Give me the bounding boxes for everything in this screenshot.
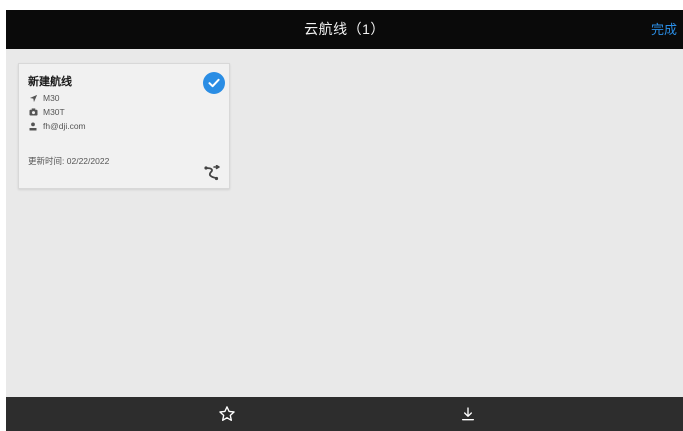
waypoint-route-icon[interactable] [203, 164, 221, 181]
updated-time: 更新时间: 02/22/2022 [28, 155, 109, 167]
top-bar: 云航线（1） 完成 [6, 10, 683, 49]
route-card[interactable]: 新建航线 M30 M30T fh@dji.com 更新时间: 02/22/202… [18, 63, 230, 189]
user-email: fh@dji.com [43, 121, 86, 131]
user-icon [28, 121, 38, 131]
route-name: 新建航线 [28, 76, 72, 88]
route-aircraft: M30 [28, 92, 60, 104]
page-title: 云航线（1） [304, 21, 385, 37]
camera-model: M30T [43, 107, 65, 117]
download-icon [462, 407, 474, 421]
drone-icon [28, 93, 38, 103]
done-button[interactable]: 完成 [651, 10, 677, 49]
aircraft-model: M30 [43, 93, 60, 103]
download-button[interactable] [448, 397, 488, 431]
camera-icon [28, 107, 38, 117]
updated-time-label: 更新时间: [28, 156, 65, 166]
bottom-toolbar [6, 397, 683, 431]
route-user: fh@dji.com [28, 120, 86, 132]
check-circle-icon[interactable] [203, 72, 225, 94]
star-outline-icon [219, 406, 235, 421]
updated-time-value: 02/22/2022 [66, 156, 110, 166]
route-list: 新建航线 M30 M30T fh@dji.com 更新时间: 02/22/202… [6, 49, 683, 397]
app-window: 云航线（1） 完成 新建航线 M30 M30T fh@dji.com 更新时间:… [6, 10, 683, 431]
favorite-button[interactable] [207, 397, 247, 431]
route-camera: M30T [28, 106, 65, 118]
